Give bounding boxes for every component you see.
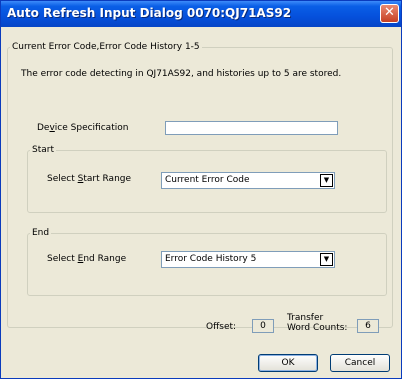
- start-range-dropdown[interactable]: Current Error Code ▼: [161, 172, 335, 189]
- description-text: The error code detecting in QJ71AS92, an…: [21, 69, 342, 79]
- error-code-group-legend: Current Error Code,Error Code History 1-…: [12, 42, 200, 52]
- start-range-value: Current Error Code: [165, 175, 250, 185]
- cancel-button[interactable]: Cancel: [330, 354, 390, 372]
- title-bar[interactable]: Auto Refresh Input Dialog 0070:QJ71AS92 …: [1, 1, 401, 27]
- close-button[interactable]: ✕: [380, 4, 399, 23]
- end-range-dropdown[interactable]: Error Code History 5 ▼: [161, 251, 335, 268]
- transfer-label-line1: Transfer: [287, 313, 324, 323]
- chevron-down-icon[interactable]: ▼: [320, 253, 333, 266]
- offset-field: 0: [252, 319, 274, 333]
- start-group-legend: Start: [32, 145, 54, 155]
- end-range-value: Error Code History 5: [165, 254, 257, 264]
- dialog-window: Auto Refresh Input Dialog 0070:QJ71AS92 …: [0, 0, 402, 379]
- select-start-range-label: Select Start Range: [47, 174, 132, 184]
- device-specification-label: Device Specification: [37, 123, 129, 133]
- close-icon: ✕: [384, 5, 395, 20]
- select-end-range-label: Select End Range: [47, 254, 127, 264]
- device-specification-input[interactable]: [165, 121, 338, 135]
- ok-button[interactable]: OK: [258, 354, 318, 372]
- dialog-client-area: Current Error Code,Error Code History 1-…: [4, 27, 398, 377]
- window-title: Auto Refresh Input Dialog 0070:QJ71AS92: [7, 6, 292, 20]
- transfer-word-counts-field: 6: [357, 319, 379, 333]
- chevron-down-icon[interactable]: ▼: [320, 174, 333, 187]
- offset-label: Offset:: [206, 322, 237, 332]
- end-group-legend: End: [32, 228, 50, 238]
- transfer-label-line2: Word Counts:: [287, 323, 348, 333]
